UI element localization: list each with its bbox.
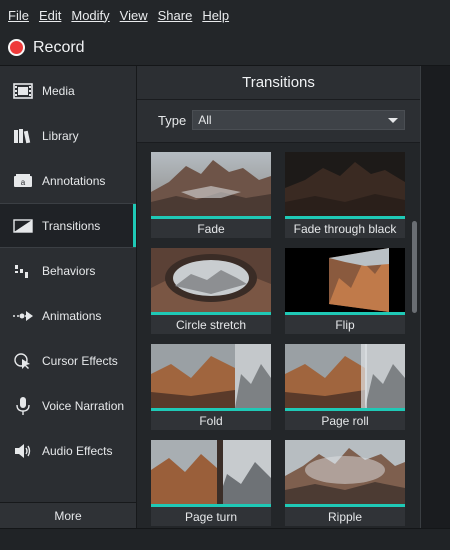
type-label: Type [158, 112, 187, 128]
tile-label: Circle stretch [151, 315, 271, 334]
panel-title: Transitions [137, 66, 420, 100]
record-button[interactable]: Record [8, 39, 85, 57]
transitions-panel: Transitions Type All Fade Fade through b… [137, 66, 420, 528]
behaviors-icon [12, 261, 34, 281]
type-select-value: All [198, 113, 212, 127]
type-filter-row: Type All [137, 104, 420, 136]
transition-tile-fade-through-black[interactable]: Fade through black [285, 152, 405, 238]
transitions-grid[interactable]: Fade Fade through black Circle stretch F… [137, 142, 420, 528]
sidebar-item-label: Transitions [42, 218, 101, 233]
menu-modify[interactable]: Modify [71, 8, 109, 23]
menu-share[interactable]: Share [158, 8, 193, 23]
record-bar: Record [0, 30, 450, 66]
transitions-icon [12, 216, 34, 236]
tile-label: Page turn [151, 507, 271, 526]
page-turn-thumbnail [151, 440, 271, 504]
sidebar-item-voice-narration[interactable]: Voice Narration [0, 383, 136, 428]
transition-tile-page-turn[interactable]: Page turn [151, 440, 271, 526]
page-roll-thumbnail [285, 344, 405, 408]
sidebar-item-annotations[interactable]: a Annotations [0, 158, 136, 203]
transition-tile-fold[interactable]: Fold [151, 344, 271, 430]
transition-tile-flip[interactable]: Flip [285, 248, 405, 334]
sidebar-item-cursor-effects[interactable]: Cursor Effects [0, 338, 136, 383]
menu-bar: File Edit Modify View Share Help [0, 0, 450, 30]
animations-arrow-icon [12, 306, 34, 326]
grid-scrollbar[interactable] [412, 221, 417, 313]
sidebar-item-label: Media [42, 83, 75, 98]
sidebar-item-media[interactable]: Media [0, 68, 136, 113]
sidebar-item-label: Library [42, 128, 79, 143]
transition-tile-circle-stretch[interactable]: Circle stretch [151, 248, 271, 334]
ripple-thumbnail [285, 440, 405, 504]
sidebar-item-label: Animations [42, 308, 102, 323]
sidebar: Media Library a Annotations Transitions … [0, 66, 137, 528]
record-dot-icon [8, 39, 25, 56]
sidebar-item-behaviors[interactable]: Behaviors [0, 248, 136, 293]
tile-label: Flip [285, 315, 405, 334]
more-button[interactable]: More [0, 502, 136, 528]
chevron-down-icon [388, 118, 399, 123]
flip-thumbnail [285, 248, 405, 312]
sidebar-item-label: Annotations [42, 173, 106, 188]
tile-label: Page roll [285, 411, 405, 430]
tile-label: Fold [151, 411, 271, 430]
sidebar-item-animations[interactable]: Animations [0, 293, 136, 338]
sidebar-item-label: Audio Effects [42, 443, 113, 458]
transition-tile-page-roll[interactable]: Page roll [285, 344, 405, 430]
circle-stretch-thumbnail [151, 248, 271, 312]
menu-help[interactable]: Help [202, 8, 229, 23]
tile-label: Ripple [285, 507, 405, 526]
tile-label: Fade [151, 219, 271, 238]
svg-text:a: a [21, 178, 26, 187]
sidebar-item-library[interactable]: Library [0, 113, 136, 158]
speaker-icon [12, 441, 34, 461]
type-select[interactable]: All [192, 110, 406, 130]
library-books-icon [12, 126, 34, 146]
media-filmstrip-icon [12, 81, 34, 101]
fold-thumbnail [151, 344, 271, 408]
record-label: Record [33, 38, 85, 56]
sidebar-item-audio-effects[interactable]: Audio Effects [0, 428, 136, 473]
sidebar-item-label: Voice Narration [42, 398, 125, 413]
menu-edit[interactable]: Edit [39, 8, 61, 23]
fade-through-black-thumbnail [285, 152, 405, 216]
right-pane [420, 66, 450, 528]
sidebar-item-label: Cursor Effects [42, 353, 118, 368]
fade-thumbnail [151, 152, 271, 216]
transition-tile-ripple[interactable]: Ripple [285, 440, 405, 526]
sidebar-item-label: Behaviors [42, 263, 96, 278]
sidebar-item-transitions[interactable]: Transitions [0, 203, 136, 248]
transition-tile-fade[interactable]: Fade [151, 152, 271, 238]
menu-file[interactable]: File [8, 8, 29, 23]
annotations-callout-icon: a [12, 171, 34, 191]
microphone-icon [12, 396, 34, 416]
cursor-effects-icon [12, 351, 34, 371]
tile-label: Fade through black [285, 219, 405, 238]
bottom-bar [0, 528, 450, 550]
menu-view[interactable]: View [120, 8, 148, 23]
